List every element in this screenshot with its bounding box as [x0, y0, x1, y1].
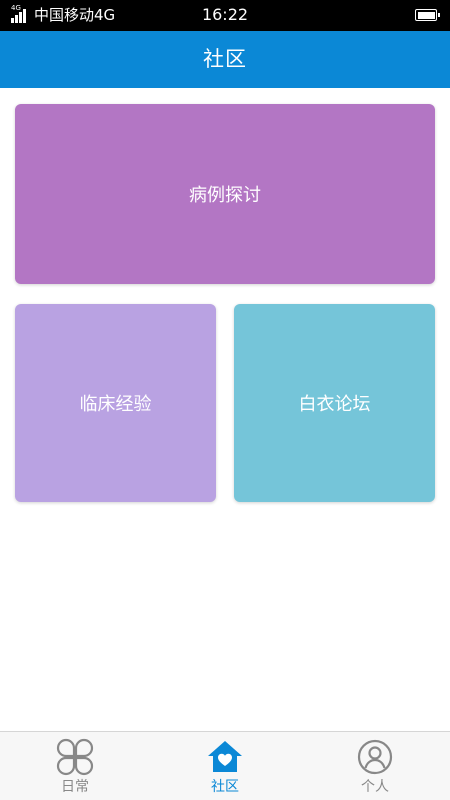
- clover-icon: [56, 738, 94, 776]
- battery-level: [417, 11, 435, 19]
- status-bar: 4G 中国移动4G 16:22: [0, 0, 450, 31]
- user-circle-icon: [357, 739, 393, 775]
- bottom-nav: 日常 社区 个人: [0, 731, 450, 800]
- case-discussion-card[interactable]: 病例探讨: [15, 104, 435, 284]
- app-header: 社区: [0, 31, 450, 88]
- home-heart-icon: [208, 741, 242, 772]
- white-coat-forum-card[interactable]: 白衣论坛: [234, 304, 435, 502]
- nav-label-daily: 日常: [61, 779, 89, 795]
- nav-item-profile[interactable]: 个人: [300, 732, 450, 800]
- nav-item-daily[interactable]: 日常: [0, 732, 150, 800]
- nav-item-community[interactable]: 社区: [150, 732, 300, 800]
- case-discussion-label: 病例探讨: [189, 185, 261, 206]
- nav-label-profile: 个人: [361, 779, 389, 795]
- white-coat-forum-label: 白衣论坛: [298, 394, 371, 415]
- page-title: 社区: [203, 47, 247, 71]
- clinical-experience-card[interactable]: 临床经验: [15, 304, 216, 502]
- status-time: 16:22: [201, 5, 249, 24]
- nav-label-community: 社区: [211, 779, 239, 795]
- battery-icon: [415, 9, 440, 21]
- clinical-experience-label: 临床经验: [79, 394, 152, 415]
- battery-terminal: [438, 12, 440, 17]
